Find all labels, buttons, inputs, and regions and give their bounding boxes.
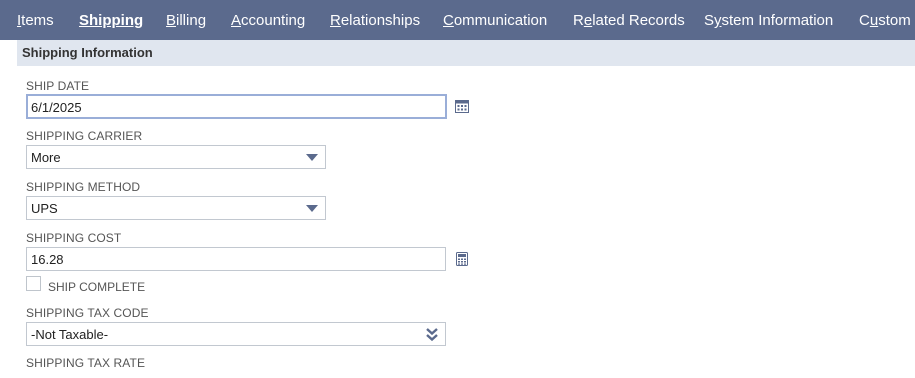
tab-communication-accesskey: C <box>443 12 454 29</box>
shipping-carrier-select[interactable]: More <box>26 145 326 169</box>
tab-items-label: tems <box>21 12 54 29</box>
tab-related-records-prefix: R <box>573 12 584 29</box>
shipping-carrier-label: SHIPPING CARRIER <box>26 129 143 143</box>
shipping-cost-value: 16.28 <box>31 252 64 267</box>
tab-relationships-accesskey: R <box>330 12 341 29</box>
tab-relationships[interactable]: Relationships <box>330 11 420 31</box>
ship-date-label: SHIP DATE <box>26 79 90 93</box>
shipping-tax-code-label: SHIPPING TAX CODE <box>26 306 149 320</box>
tab-relationships-label: elationships <box>340 12 421 29</box>
tab-billing[interactable]: Billing <box>166 11 206 31</box>
tab-billing-accesskey: B <box>166 12 177 29</box>
shipping-method-select[interactable]: UPS <box>26 196 326 220</box>
tab-items[interactable]: Items <box>17 11 54 31</box>
tab-custom-prefix: C <box>859 12 870 29</box>
tab-accounting[interactable]: Accounting <box>231 11 305 31</box>
tab-accounting-accesskey: A <box>231 12 242 29</box>
chevron-down-icon <box>306 154 318 161</box>
ship-complete-label: SHIP COMPLETE <box>48 280 146 294</box>
calendar-icon[interactable] <box>455 99 469 113</box>
tab-system-information-accesskey: y <box>714 12 722 29</box>
shipping-method-value: UPS <box>31 201 58 216</box>
tab-custom-accesskey: u <box>869 12 879 29</box>
tab-accounting-label: ccounting <box>241 12 306 29</box>
shipping-tax-code-value: -Not Taxable- <box>31 327 109 342</box>
shipping-cost-input[interactable]: 16.28 <box>26 247 446 271</box>
shipping-cost-label: SHIPPING COST <box>26 231 122 245</box>
section-title: Shipping Information <box>22 45 153 60</box>
tab-system-information-label: stem Information <box>721 12 834 29</box>
tab-related-records-label: lated Records <box>592 12 685 29</box>
ship-complete-checkbox[interactable] <box>26 276 41 291</box>
tab-system-information[interactable]: System Information <box>704 11 833 31</box>
shipping-tax-rate-label: SHIPPING TAX RATE <box>26 356 146 370</box>
tab-custom-label: stom <box>878 12 911 29</box>
calculator-icon[interactable] <box>455 252 469 266</box>
tab-shipping-label: hipping <box>89 12 144 29</box>
tab-related-records-accesskey: e <box>583 12 593 29</box>
shipping-method-label: SHIPPING METHOD <box>26 180 141 194</box>
tab-bar: Items Shipping Billing Accounting Relati… <box>0 0 915 40</box>
shipping-tax-code-select[interactable]: -Not Taxable- <box>26 322 446 346</box>
tab-communication[interactable]: Communication <box>443 11 547 31</box>
tab-related-records[interactable]: Related Records <box>573 11 685 31</box>
tab-shipping[interactable]: Shipping <box>79 11 143 31</box>
chevron-down-icon <box>306 205 318 212</box>
tab-communication-label: ommunication <box>453 12 548 29</box>
tab-custom[interactable]: Custom <box>859 11 911 31</box>
tab-billing-label: illing <box>176 12 207 29</box>
section-header-shipping-information: Shipping Information <box>17 40 915 66</box>
tab-shipping-accesskey: S <box>79 12 90 29</box>
ship-date-input[interactable]: 6/1/2025 <box>26 94 447 119</box>
shipping-carrier-value: More <box>31 150 61 165</box>
double-chevron-down-icon <box>426 328 438 342</box>
ship-date-value: 6/1/2025 <box>31 100 82 115</box>
tab-system-information-prefix: S <box>704 12 715 29</box>
